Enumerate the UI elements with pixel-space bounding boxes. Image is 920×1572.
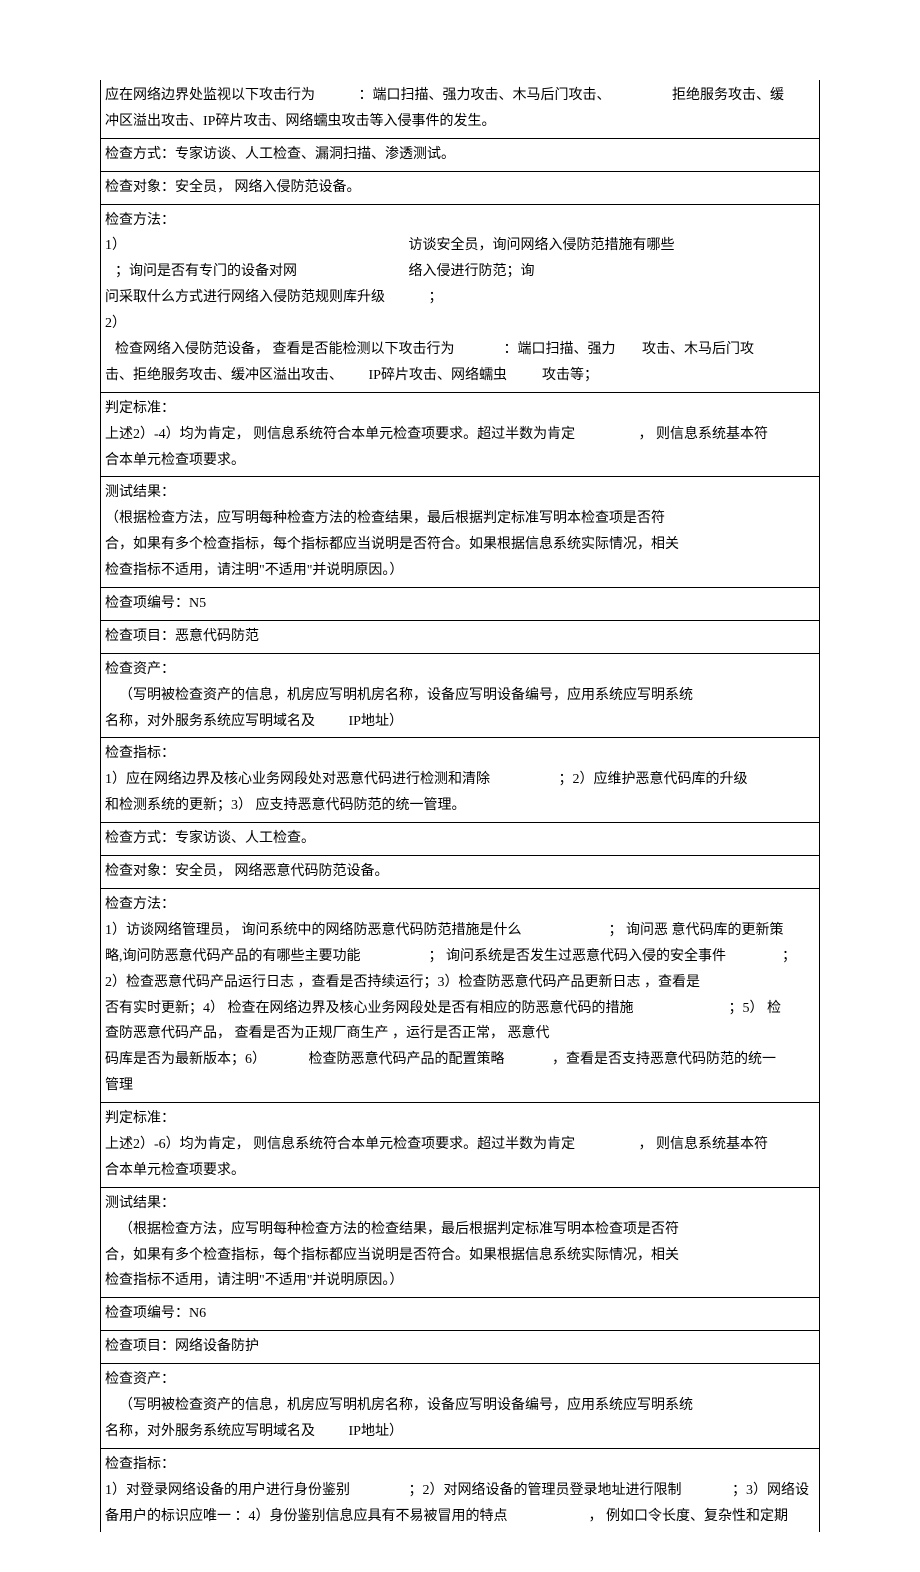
text: 略,询问防恶意代码产品的有哪些主要功能 — [105, 944, 425, 970]
text: 1）访谈网络管理员， 询问系统中的网络防恶意代码防范措施是什么 — [105, 918, 605, 944]
text: 检查网络入侵防范设备， 查看是否能检测以下攻击行为 — [105, 337, 500, 363]
text: 拒绝服务攻击、缓 — [672, 83, 784, 109]
text: 访谈安全员，询问网络入侵防范措施有哪些 — [409, 233, 675, 259]
text: 合，如果有多个检查指标，每个指标都应当说明是否符合。如果根据信息系统实际情况，相… — [105, 532, 815, 558]
text: IP碎片攻击、网络蠕虫 — [369, 363, 539, 389]
cell-r18: 检查资产： （写明被检查资产的信息，机房应写明机房名称，设备应写明设备编号，应用… — [101, 1364, 820, 1449]
text: ， 则信息系统基本符 — [639, 1132, 769, 1158]
text: 检查指标： — [105, 741, 815, 767]
text: ； 询问系统是否发生过恶意代码入侵的安全事件 — [429, 944, 779, 970]
text: 判定标准： — [105, 1106, 815, 1132]
text: 码库是否为最新版本；6） — [105, 1047, 305, 1073]
text: 击、拒绝服务攻击、缓冲区溢出攻击、 — [105, 363, 365, 389]
text: 管理 — [105, 1073, 815, 1099]
cell-r7: 检查项编号：N5 — [101, 588, 820, 621]
text: （写明被检查资产的信息，机房应写明机房名称，设备应写明设备编号，应用系统应写明系… — [105, 683, 815, 709]
text: 名称，对外服务系统应写明域名及 — [105, 1419, 345, 1445]
cell-r13: 检查方法： 1）访谈网络管理员， 询问系统中的网络防恶意代码防范措施是什么 ； … — [101, 888, 820, 1102]
text: 检查防恶意代码产品的配置策略 — [309, 1047, 549, 1073]
document-page: 应在网络边界处监视以下攻击行为 ：端口扫描、强力攻击、木马后门攻击、 拒绝服务攻… — [0, 0, 920, 1572]
text: 合本单元检查项要求。 — [105, 448, 815, 474]
text: ； — [782, 944, 796, 970]
text: 1） — [105, 233, 405, 259]
text: 上述2）-4）均为肯定， 则信息系统符合本单元检查项要求。超过半数为肯定 — [105, 422, 635, 448]
cell-r19: 检查指标： 1）对登录网络设备的用户进行身份鉴别 ；2）对网络设备的管理员登录地… — [101, 1448, 820, 1532]
text: 测试结果： — [105, 480, 815, 506]
text: 名称，对外服务系统应写明域名及 — [105, 709, 345, 735]
cell-r15: 测试结果： （根据检查方法，应写明每种检查方法的检查结果，最后根据判定标准写明本… — [101, 1187, 820, 1298]
cell-r9: 检查资产： （写明被检查资产的信息，机房应写明机房名称，设备应写明设备编号，应用… — [101, 653, 820, 738]
text: ；询问是否有专门的设备对网 — [105, 259, 405, 285]
text: 冲区溢出攻击、IP碎片攻击、网络蠕虫攻击等入侵事件的发生。 — [105, 109, 815, 135]
text: ：端口扫描、强力 — [504, 337, 639, 363]
text: ， 则信息系统基本符 — [639, 422, 769, 448]
text: 判定标准： — [105, 396, 815, 422]
text: 合，如果有多个检查指标，每个指标都应当说明是否符合。如果根据信息系统实际情况，相… — [105, 1243, 815, 1269]
text: ， 例如口令长度、复杂性和定期 — [589, 1504, 789, 1530]
text: ；3）网络设 — [732, 1478, 809, 1504]
text: ； — [429, 285, 443, 311]
text: （根据检查方法，应写明每种检查方法的检查结果，最后根据判定标准写明本检查项是否符 — [105, 1217, 815, 1243]
text: 测试结果： — [105, 1191, 815, 1217]
text: 2） — [105, 311, 815, 337]
text: 上述2）-6）均为肯定， 则信息系统符合本单元检查项要求。超过半数为肯定 — [105, 1132, 635, 1158]
cell-r5: 判定标准： 上述2）-4）均为肯定， 则信息系统符合本单元检查项要求。超过半数为… — [101, 392, 820, 477]
cell-r6: 测试结果： （根据检查方法，应写明每种检查方法的检查结果，最后根据判定标准写明本… — [101, 477, 820, 588]
text: 合本单元检查项要求。 — [105, 1158, 815, 1184]
text: 和检测系统的更新；3） 应支持恶意代码防范的统一管理。 — [105, 793, 815, 819]
text: 应在网络边界处监视以下攻击行为 — [105, 83, 355, 109]
checklist-table: 应在网络边界处监视以下攻击行为 ：端口扫描、强力攻击、木马后门攻击、 拒绝服务攻… — [100, 80, 820, 1532]
cell-r2: 检查方式：专家访谈、人工检查、漏洞扫描、渗透测试。 — [101, 138, 820, 171]
cell-r14: 判定标准： 上述2）-6）均为肯定， 则信息系统符合本单元检查项要求。超过半数为… — [101, 1103, 820, 1188]
text: （根据检查方法，应写明每种检查方法的检查结果，最后根据判定标准写明本检查项是否符 — [105, 506, 815, 532]
text: 问采取什么方式进行网络入侵防范规则库升级 — [105, 285, 425, 311]
text: 检查资产： — [105, 657, 815, 683]
text: ：端口扫描、强力攻击、木马后门攻击、 — [359, 83, 669, 109]
text: 检查指标： — [105, 1452, 815, 1478]
text: ； 询问恶 意代码库的更新策 — [609, 918, 784, 944]
text: ；2）应维护恶意代码库的升级 — [559, 767, 748, 793]
text: 2）检查恶意代码产品运行日志 ，查看是否持续运行；3）检查防恶意代码产品更新日志… — [105, 970, 815, 996]
text: 检查指标不适用，请注明"不适用"并说明原因。） — [105, 558, 815, 584]
cell-r17: 检查项目：网络设备防护 — [101, 1331, 820, 1364]
text: 检查指标不适用，请注明"不适用"并说明原因。） — [105, 1268, 815, 1294]
text: 络入侵进行防范；询 — [409, 259, 535, 285]
cell-r11: 检查方式：专家访谈、人工检查。 — [101, 823, 820, 856]
text: 攻击等； — [542, 363, 598, 389]
cell-r1: 应在网络边界处监视以下攻击行为 ：端口扫描、强力攻击、木马后门攻击、 拒绝服务攻… — [101, 80, 820, 138]
text: （写明被检查资产的信息，机房应写明机房名称，设备应写明设备编号，应用系统应写明系… — [105, 1393, 815, 1419]
text: 查防恶意代码产品， 查看是否为正规厂商生产 ，运行是否正常， 恶意代 — [105, 1021, 815, 1047]
text: IP地址） — [349, 709, 403, 735]
text: 检查方法： — [105, 208, 815, 234]
text: ，查看是否支持恶意代码防范的统一 — [552, 1047, 776, 1073]
text: 检查方法： — [105, 892, 815, 918]
cell-r3: 检查对象：安全员， 网络入侵防范设备。 — [101, 171, 820, 204]
text: ；5） 检 — [729, 996, 782, 1022]
text: 1）对登录网络设备的用户进行身份鉴别 — [105, 1478, 405, 1504]
cell-r10: 检查指标： 1）应在网络边界及核心业务网段处对恶意代码进行检测和清除 ；2）应维… — [101, 738, 820, 823]
text: 否有实时更新；4） 检查在网络边界及核心业务网段处是否有相应的防恶意代码的措施 — [105, 996, 725, 1022]
text: 1）应在网络边界及核心业务网段处对恶意代码进行检测和清除 — [105, 767, 555, 793]
text: 备用户的标识应唯一 ：4）身份鉴别信息应具有不易被冒用的特点 — [105, 1504, 585, 1530]
text: ；2）对网络设备的管理员登录地址进行限制 — [409, 1478, 729, 1504]
text: 攻击、木马后门攻 — [642, 337, 754, 363]
text: IP地址） — [349, 1419, 403, 1445]
cell-r12: 检查对象：安全员， 网络恶意代码防范设备。 — [101, 856, 820, 889]
cell-r4: 检查方法： 1） 访谈安全员，询问网络入侵防范措施有哪些 ；询问是否有专门的设备… — [101, 204, 820, 392]
cell-r8: 检查项目：恶意代码防范 — [101, 620, 820, 653]
text: 检查资产： — [105, 1367, 815, 1393]
